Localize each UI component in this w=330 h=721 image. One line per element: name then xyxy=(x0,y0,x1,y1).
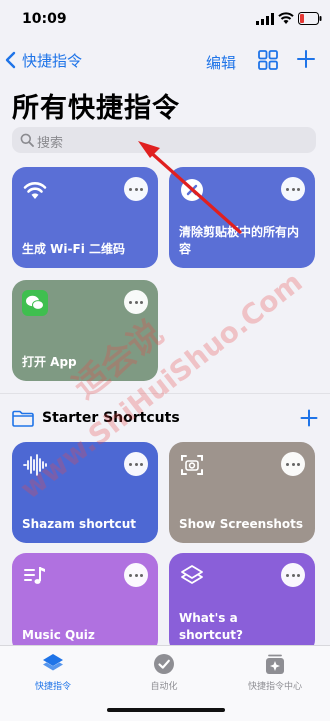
wifi-icon xyxy=(23,182,47,199)
more-options-icon[interactable] xyxy=(124,452,148,476)
shortcuts-logo-icon xyxy=(181,565,203,584)
section-divider xyxy=(0,393,330,394)
add-to-section-icon[interactable] xyxy=(300,409,318,427)
back-label: 快捷指令 xyxy=(22,51,83,70)
tab-label: 快捷指令 xyxy=(34,682,71,692)
folder-icon xyxy=(12,410,34,427)
tab-label: 快捷指令中心 xyxy=(247,682,302,692)
music-list-icon xyxy=(24,567,45,584)
shortcut-label: 生成 Wi-Fi 二维码 xyxy=(22,242,125,256)
screenshot-camera-icon xyxy=(181,455,203,475)
clock-check-icon xyxy=(154,654,174,674)
wifi-icon xyxy=(278,12,294,24)
more-options-icon[interactable] xyxy=(124,563,148,587)
starter-card-shazam[interactable]: Shazam shortcut xyxy=(12,442,158,543)
waveform-icon xyxy=(23,454,47,476)
section-title: Starter Shortcuts xyxy=(42,410,180,426)
starter-card-music-quiz[interactable]: Music Quiz xyxy=(12,553,158,654)
shortcut-card-open-app[interactable]: 打开 App xyxy=(12,280,158,381)
shortcut-card-wifi-qr[interactable]: 生成 Wi-Fi 二维码 xyxy=(12,167,158,268)
more-options-icon[interactable] xyxy=(281,563,305,587)
more-options-icon[interactable] xyxy=(281,177,305,201)
tab-gallery[interactable]: 快捷指令中心 xyxy=(225,652,325,692)
add-shortcut-icon[interactable] xyxy=(296,49,316,69)
back-button[interactable]: 快捷指令 xyxy=(4,48,82,72)
tab-automation[interactable]: 自动化 xyxy=(114,652,214,692)
shortcut-card-clear-clipboard[interactable]: 清除剪贴板中的所有内容 xyxy=(169,167,315,268)
shortcut-label: Shazam shortcut xyxy=(22,517,137,531)
nav-bar: 快捷指令 编辑 xyxy=(0,44,330,76)
shortcut-label: 清除剪贴板中的所有内容 xyxy=(179,225,300,256)
shortcuts-stack-icon xyxy=(43,654,63,671)
search-icon xyxy=(20,133,34,147)
battery-low-icon xyxy=(298,12,322,25)
shortcut-label: 打开 App xyxy=(22,355,77,369)
tab-label: 自动化 xyxy=(150,682,178,692)
shortcut-label: Show Screenshots xyxy=(179,517,303,531)
clear-circle-icon xyxy=(181,179,203,201)
shortcut-label: Music Quiz xyxy=(22,628,95,642)
gallery-icon xyxy=(266,654,284,674)
more-options-icon[interactable] xyxy=(281,452,305,476)
edit-button[interactable]: 编辑 xyxy=(206,52,236,73)
search-placeholder: 搜索 xyxy=(37,136,64,151)
more-options-icon[interactable] xyxy=(124,290,148,314)
search-field[interactable]: 搜索 xyxy=(12,127,316,153)
more-options-icon[interactable] xyxy=(124,177,148,201)
page-title: 所有快捷指令 xyxy=(12,93,180,124)
starter-card-show-screenshots[interactable]: Show Screenshots xyxy=(169,442,315,543)
grid-view-icon[interactable] xyxy=(258,50,278,70)
status-bar: 10:09 xyxy=(0,0,330,40)
starter-section-header: Starter Shortcuts xyxy=(12,408,318,430)
cellular-signal-icon xyxy=(256,13,274,25)
chevron-left-icon xyxy=(5,51,16,69)
shortcut-label: What's a shortcut? xyxy=(179,611,243,642)
tab-shortcuts[interactable]: 快捷指令 xyxy=(3,652,103,692)
wechat-app-icon xyxy=(22,290,48,316)
home-indicator[interactable] xyxy=(107,708,225,712)
starter-card-whats-a-shortcut[interactable]: What's a shortcut? xyxy=(169,553,315,654)
status-time: 10:09 xyxy=(22,11,67,27)
